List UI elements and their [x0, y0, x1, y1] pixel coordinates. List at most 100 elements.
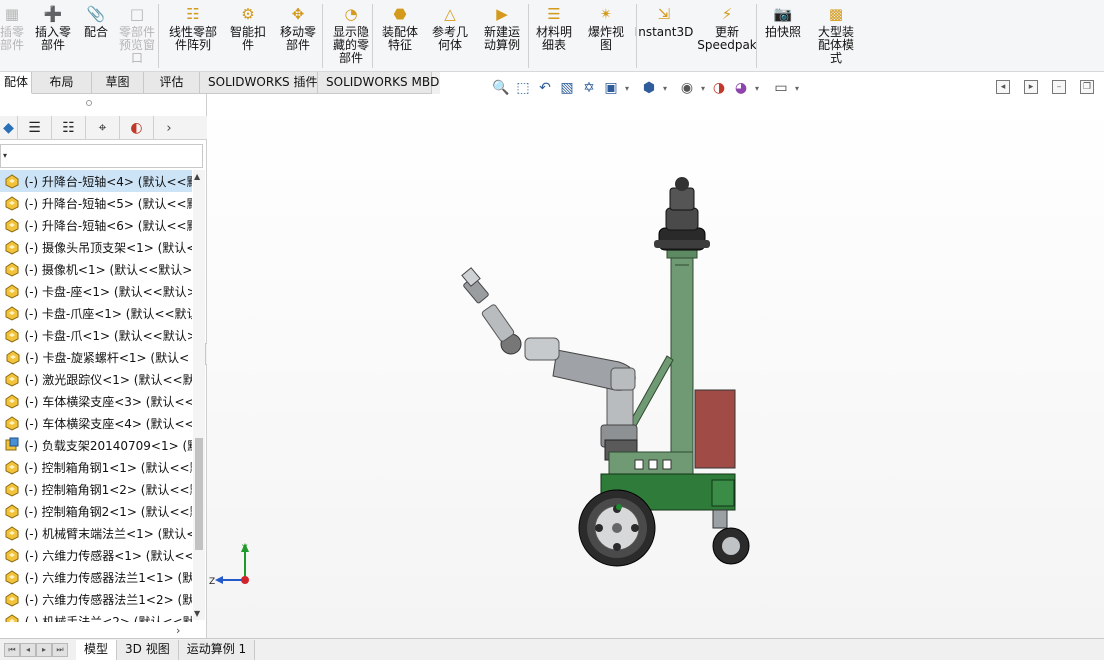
- exploded-view-icon: ✴: [599, 5, 613, 23]
- tab-model[interactable]: 模型: [76, 639, 118, 660]
- zoom-to-fit-icon[interactable]: 🔍: [490, 78, 512, 98]
- robot-cart-model[interactable]: [207, 100, 1104, 638]
- tab-assembly[interactable]: 配体: [0, 72, 32, 94]
- scroll-right-icon[interactable]: ›: [176, 624, 180, 637]
- chevron-down-icon[interactable]: ▾: [622, 84, 632, 93]
- assembly-feature-button[interactable]: ⬣ 装配体 特征: [376, 0, 424, 72]
- reference-geometry-button[interactable]: △ 参考几 何体: [426, 0, 474, 72]
- maximize-icon[interactable]: ❐: [1080, 80, 1094, 94]
- tree-item[interactable]: (-) 摄像机<1> (默认<<默认>_: [0, 258, 192, 280]
- scrollbar-thumb[interactable]: [195, 438, 203, 550]
- bom-button[interactable]: ☰ 材料明 细表: [530, 0, 578, 72]
- next-tab-icon[interactable]: ▸: [36, 642, 52, 657]
- tree-item[interactable]: (-) 卡盘-旋紧螺杆<1> (默认<: [0, 346, 192, 368]
- large-assembly-button[interactable]: ▩ 大型装 配体模 式: [810, 0, 862, 72]
- previous-tab-icon[interactable]: ◂: [20, 642, 36, 657]
- tab-solidworks-addins[interactable]: SOLIDWORKS 插件: [200, 72, 318, 94]
- display-manager-tab-icon[interactable]: ◐: [120, 116, 154, 140]
- speedpak-button[interactable]: ⚡ 更新 Speedpak: [696, 0, 758, 72]
- show-hidden-button[interactable]: ◔ 显示隐 藏的零 部件: [326, 0, 376, 72]
- motion-study-button[interactable]: ▶ 新建运 动算例: [474, 0, 530, 72]
- dimxpert-manager-tab-icon[interactable]: ⌖: [86, 116, 120, 140]
- tree-item[interactable]: (-) 控制箱角钢2<1> (默认<<默: [0, 500, 192, 522]
- chevron-down-icon[interactable]: ▾: [792, 84, 802, 93]
- part-icon: [4, 283, 21, 299]
- tab-layout[interactable]: 布局: [32, 72, 92, 94]
- linear-pattern-icon: ☷: [186, 5, 200, 23]
- restore-icon[interactable]: ◂: [996, 80, 1010, 94]
- last-tab-icon[interactable]: ⏭: [52, 642, 68, 657]
- preview-window-button[interactable]: □ 零部件 预览窗 口: [112, 0, 162, 72]
- zoom-to-area-icon[interactable]: ⬚: [512, 78, 534, 98]
- insert-component-button[interactable]: ➕ 插入零 部件: [30, 0, 76, 72]
- move-component-button[interactable]: ✥ 移动零 部件: [272, 0, 324, 72]
- z-axis-arrow: [215, 576, 223, 584]
- ribbon-button-label: 插入零 部件: [34, 25, 71, 52]
- tree-item[interactable]: (-) 激光跟踪仪<1> (默认<<默: [0, 368, 192, 390]
- tab-motion-study[interactable]: 运动算例 1: [178, 639, 256, 660]
- tree-scrollbar[interactable]: ▲ ▼: [193, 170, 205, 620]
- previous-view-icon[interactable]: ↶: [534, 78, 556, 98]
- instant3d-button[interactable]: ⇲ Instant3D: [634, 0, 694, 72]
- mate-button[interactable]: 📎 配合: [80, 0, 112, 72]
- chevron-right-icon[interactable]: ›: [154, 116, 184, 140]
- minimize-icon[interactable]: –: [1052, 80, 1066, 94]
- dynamic-annotation-icon[interactable]: ✡: [578, 78, 600, 98]
- part-icon: [4, 305, 20, 321]
- tree-item[interactable]: (-) 机械臂末端法兰<1> (默认<: [0, 522, 192, 544]
- smart-fastener-button[interactable]: ⚙ 智能扣 件: [226, 0, 270, 72]
- tree-item[interactable]: (-) 控制箱角钢1<1> (默认<<默: [0, 456, 192, 478]
- feature-manager-tab-icon[interactable]: ◆: [0, 116, 18, 140]
- tree-item[interactable]: (-) 控制箱角钢1<2> (默认<<默: [0, 478, 192, 500]
- tree-item[interactable]: (-) 升降台-短轴<6> (默认<<默: [0, 214, 192, 236]
- configuration-manager-tab-icon[interactable]: ☷: [52, 116, 86, 140]
- tab-sketch[interactable]: 草图: [92, 72, 144, 94]
- graphics-area[interactable]: [207, 100, 1104, 638]
- hide-show-items-icon[interactable]: ◉: [676, 78, 698, 98]
- exploded-view-button[interactable]: ✴ 爆炸视 图: [580, 0, 632, 72]
- tree-item[interactable]: (-) 卡盘-爪<1> (默认<<默认>: [0, 324, 192, 346]
- tree-item[interactable]: (-) 摄像头吊顶支架<1> (默认<: [0, 236, 192, 258]
- tree-item[interactable]: (-) 机械手法兰<2> (默认<<默: [0, 610, 192, 622]
- chevron-down-icon[interactable]: ▾: [3, 151, 7, 160]
- tree-item[interactable]: (-) 升降台-短轴<4> (默认<<默: [0, 170, 192, 192]
- tree-item[interactable]: (-) 卡盘-爪座<1> (默认<<默认: [0, 302, 192, 324]
- chevron-down-icon[interactable]: ▾: [698, 84, 708, 93]
- tree-item-label: (-) 负载支架20140709<1> (默: [24, 438, 192, 453]
- view-settings-icon[interactable]: ▭: [770, 78, 792, 98]
- tree-item[interactable]: (-) 六维力传感器法兰1<2> (默: [0, 588, 192, 610]
- tree-item[interactable]: (-) 六维力传感器法兰1<1> (默: [0, 566, 192, 588]
- heads-up-view-toolbar: 🔍 ⬚ ↶ ▧ ✡ ▣ ▾ ⬢ ▾ ◉ ▾ ◑ ◕ ▾ ▭ ▾: [490, 77, 802, 99]
- tree-item[interactable]: (-) 车体横梁支座<3> (默认<<: [0, 390, 192, 412]
- chevron-down-icon[interactable]: ▾: [660, 84, 670, 93]
- display-style-icon[interactable]: ⬢: [638, 78, 660, 98]
- scroll-down-icon[interactable]: ▼: [194, 609, 200, 618]
- tab-3d-views[interactable]: 3D 视图: [117, 639, 179, 660]
- chevron-down-icon[interactable]: ▾: [752, 84, 762, 93]
- tree-item[interactable]: (-) 车体横梁支座<4> (默认<<: [0, 412, 192, 434]
- tree-item[interactable]: (-) 卡盘-座<1> (默认<<默认>: [0, 280, 192, 302]
- ribbon-separator: [636, 4, 637, 68]
- tile-icon[interactable]: ▸: [1024, 80, 1038, 94]
- tab-evaluate[interactable]: 评估: [144, 72, 200, 94]
- tree-item[interactable]: (-) 六维力传感器<1> (默认<<: [0, 544, 192, 566]
- tree-item[interactable]: (-) 升降台-短轴<5> (默认<<默: [0, 192, 192, 214]
- section-view-icon[interactable]: ▧: [556, 78, 578, 98]
- tree-item-label: (-) 机械臂末端法兰<1> (默认<: [24, 526, 192, 541]
- tree-item[interactable]: (-) 负载支架20140709<1> (默: [0, 434, 192, 456]
- edit-appearance-icon[interactable]: ◑: [708, 78, 730, 98]
- tree-filter-box[interactable]: ▾: [0, 144, 203, 168]
- view-orientation-icon[interactable]: ▣: [600, 78, 622, 98]
- scroll-up-icon[interactable]: ▲: [194, 172, 200, 181]
- first-tab-icon[interactable]: ⏮: [4, 642, 20, 657]
- linear-pattern-button[interactable]: ☷ 线性零部 件阵列: [160, 0, 226, 72]
- apply-scene-icon[interactable]: ◕: [730, 78, 752, 98]
- snapshot-button[interactable]: 📷 拍快照: [760, 0, 806, 72]
- control-box: [694, 389, 736, 469]
- panel-splitter-grip[interactable]: [86, 100, 92, 106]
- property-manager-tab-icon[interactable]: ☰: [18, 116, 52, 140]
- component-button[interactable]: ▦ 插零 部件: [0, 0, 28, 72]
- manager-tabs: ◆ ☰ ☷ ⌖ ◐ ›: [0, 116, 207, 140]
- assembly-icon: [4, 437, 20, 453]
- tab-solidworks-mbd[interactable]: SOLIDWORKS MBD: [318, 72, 439, 94]
